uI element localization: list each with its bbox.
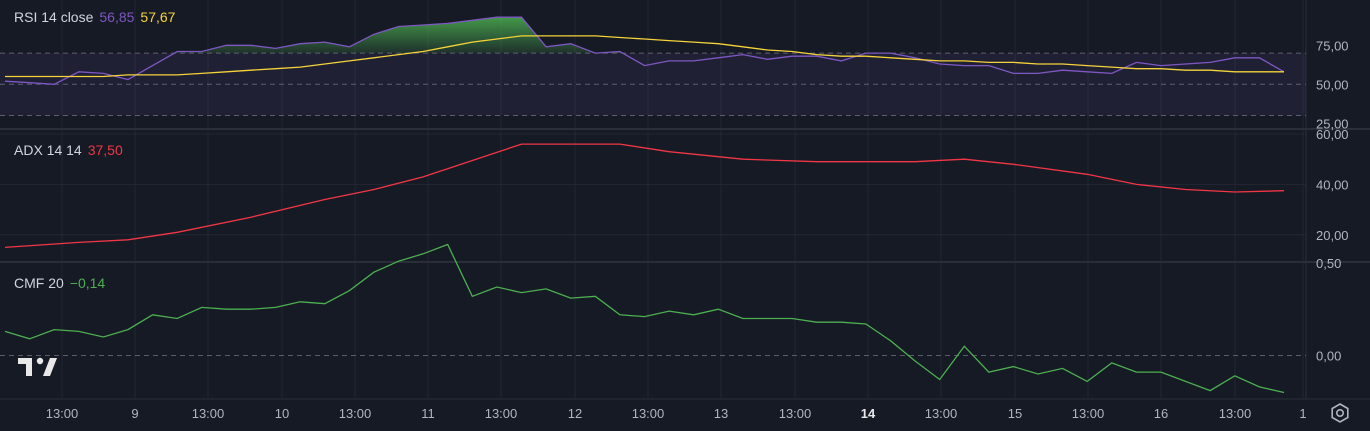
adx-legend-name: ADX 14 14	[14, 142, 82, 158]
x-axis-label-2: 13:00	[192, 406, 225, 421]
tradingview-logo-icon	[18, 357, 57, 376]
adx-y-tick-1: 40,00	[1316, 177, 1349, 192]
settings-gear-icon[interactable]	[1329, 402, 1351, 424]
x-axis-label-16: 13:00	[1219, 406, 1252, 421]
x-axis-label-8: 13:00	[632, 406, 665, 421]
x-axis-label-13: 15	[1008, 406, 1022, 421]
cmf-line	[4, 243, 1285, 394]
rsi-legend[interactable]: RSI 14 close 56,85 57,67	[14, 9, 175, 25]
x-axis-label-7: 12	[568, 406, 582, 421]
x-axis-label-3: 10	[275, 406, 289, 421]
adx-y-tick-2: 20,00	[1316, 228, 1349, 243]
x-axis-label-11: 14	[861, 406, 876, 421]
x-axis-label-17: 1	[1299, 406, 1306, 421]
x-axis-label-1: 9	[131, 406, 138, 421]
x-axis-label-5: 11	[421, 406, 435, 421]
x-axis-label-4: 13:00	[339, 406, 372, 421]
chart-svg: 75,0050,0025,0060,0040,0020,000,500,0013…	[0, 0, 1370, 421]
cmf-value: −0,14	[69, 275, 106, 291]
rsi-y-tick-1: 50,00	[1316, 77, 1349, 92]
rsi-y-tick-0: 75,00	[1316, 38, 1349, 53]
rsi-ma-value: 57,67	[140, 9, 176, 25]
x-axis-label-6: 13:00	[485, 406, 518, 421]
adx-legend[interactable]: ADX 14 14 37,50	[14, 142, 123, 158]
x-axis-label-9: 13	[714, 406, 728, 421]
x-axis-label-14: 13:00	[1072, 406, 1105, 421]
x-axis-label-15: 16	[1154, 406, 1168, 421]
rsi-legend-name: RSI 14 close	[14, 9, 94, 25]
adx-y-tick-0: 60,00	[1316, 127, 1349, 142]
adx-value: 37,50	[87, 142, 123, 158]
rsi-overbought-fill-0	[174, 17, 596, 54]
cmf-y-tick-1: 0,00	[1316, 348, 1341, 363]
x-axis-label-0: 13:00	[46, 406, 79, 421]
cmf-legend[interactable]: CMF 20 −0,14	[14, 275, 105, 291]
x-axis-label-12: 13:00	[925, 406, 958, 421]
cmf-y-tick-0: 0,50	[1316, 256, 1341, 271]
cmf-legend-name: CMF 20	[14, 275, 64, 291]
x-axis-label-10: 13:00	[779, 406, 812, 421]
rsi-value: 56,85	[99, 9, 135, 25]
adx-line	[4, 143, 1285, 249]
